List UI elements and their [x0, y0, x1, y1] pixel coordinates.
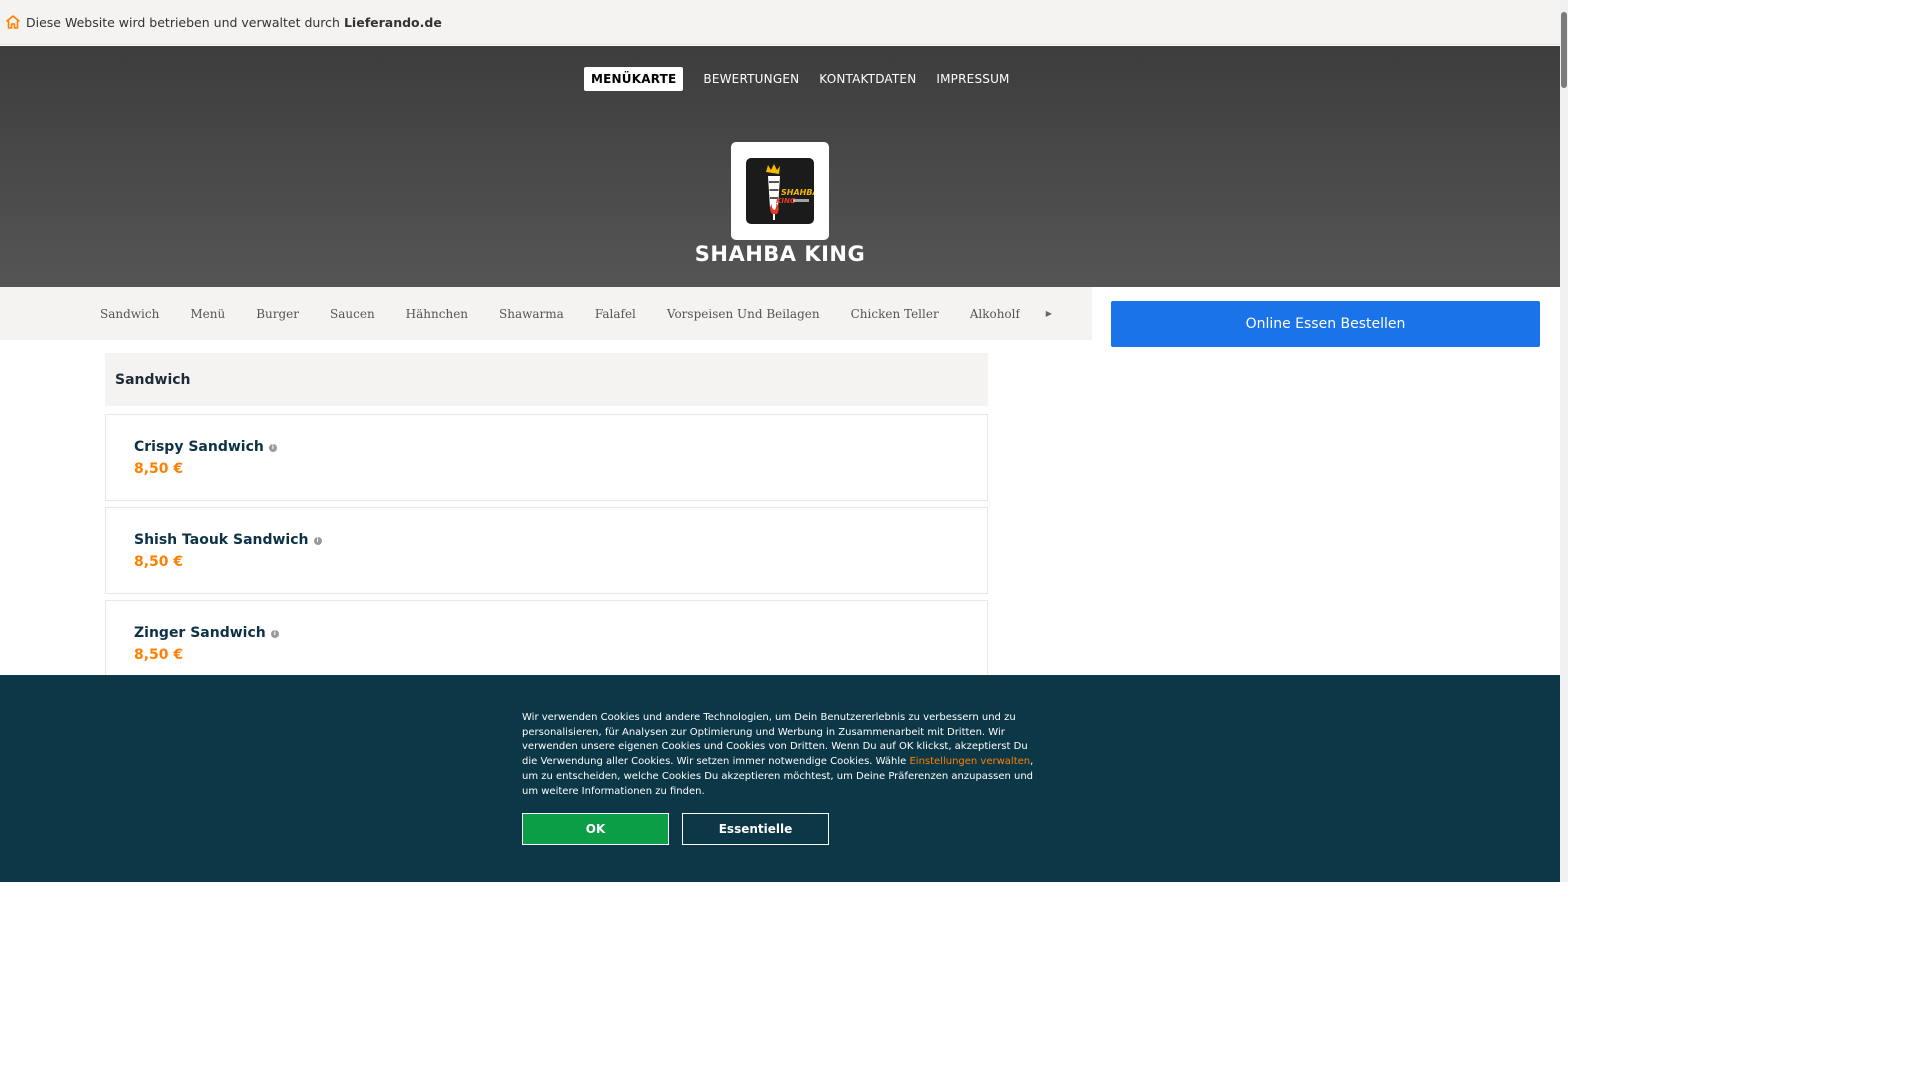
- nav-bewertungen[interactable]: BEWERTUNGEN: [696, 67, 806, 91]
- category-chicken-teller[interactable]: Chicken Teller: [851, 307, 939, 321]
- home-icon: [6, 15, 20, 29]
- menu-item[interactable]: Crispy Sandwich i 8,50 €: [105, 414, 988, 501]
- category-haehnchen[interactable]: Hähnchen: [406, 307, 468, 321]
- category-menue[interactable]: Menü: [190, 307, 225, 321]
- cookie-banner: Wir verwenden Cookies und andere Technol…: [0, 675, 1560, 882]
- category-bar: Sandwich Menü Burger Saucen Hähnchen Sha…: [0, 287, 1092, 340]
- cookie-essential-button[interactable]: Essentielle: [682, 813, 829, 845]
- category-saucen[interactable]: Saucen: [330, 307, 375, 321]
- scrollbar-thumb[interactable]: [1561, 12, 1567, 88]
- section-title: Sandwich: [105, 353, 988, 406]
- nav-impressum[interactable]: IMPRESSUM: [929, 67, 1016, 91]
- info-icon[interactable]: i: [270, 630, 279, 638]
- cookie-ok-button[interactable]: OK: [522, 813, 669, 845]
- category-sandwich[interactable]: Sandwich: [100, 307, 159, 321]
- menu-item-price: 8,50 €: [134, 554, 184, 570]
- chevron-right-icon[interactable]: ▶: [1046, 309, 1052, 318]
- svg-text:SHAHBA: SHAHBA: [781, 188, 814, 197]
- restaurant-name: SHAHBA KING: [694, 242, 866, 266]
- category-vorspeisen[interactable]: Vorspeisen Und Beilagen: [667, 307, 820, 321]
- operator-notice-bar: Diese Website wird betrieben und verwalt…: [0, 0, 1568, 45]
- cookie-settings-link[interactable]: Einstellungen verwalten: [909, 756, 1030, 767]
- menu-item-name: Crispy Sandwich: [134, 439, 264, 455]
- info-icon[interactable]: i: [313, 537, 322, 545]
- svg-text:KING: KING: [776, 197, 796, 205]
- category-shawarma[interactable]: Shawarma: [499, 307, 564, 321]
- operator-notice-text: Diese Website wird betrieben und verwalt…: [26, 14, 340, 30]
- menu-item[interactable]: Shish Taouk Sandwich i 8,50 €: [105, 507, 988, 594]
- menu-item-name: Zinger Sandwich: [134, 625, 266, 641]
- order-online-button[interactable]: Online Essen Bestellen: [1111, 301, 1540, 347]
- cookie-text: Wir verwenden Cookies und andere Technol…: [522, 711, 1038, 799]
- restaurant-hero: MENÜKARTE BEWERTUNGEN KONTAKTDATEN IMPRE…: [0, 46, 1560, 287]
- operator-brand-link[interactable]: Lieferando.de: [344, 15, 442, 30]
- nav-kontaktdaten[interactable]: KONTAKTDATEN: [812, 67, 923, 91]
- restaurant-logo: SHAHBA KING: [731, 142, 829, 240]
- page-scrollbar[interactable]: [1560, 0, 1568, 882]
- info-icon[interactable]: i: [268, 444, 277, 452]
- menu-item-price: 8,50 €: [134, 461, 184, 477]
- category-burger[interactable]: Burger: [256, 307, 299, 321]
- menu-item[interactable]: Zinger Sandwich i 8,50 €: [105, 600, 988, 687]
- category-falafel[interactable]: Falafel: [595, 307, 636, 321]
- nav-menukarte[interactable]: MENÜKARTE: [584, 67, 684, 91]
- menu-item-price: 8,50 €: [134, 647, 184, 663]
- logo-image: SHAHBA KING: [746, 158, 814, 224]
- top-navigation: MENÜKARTE BEWERTUNGEN KONTAKTDATEN IMPRE…: [584, 67, 1023, 91]
- menu-item-name: Shish Taouk Sandwich: [134, 532, 309, 548]
- category-alkoholfrei[interactable]: Alkoholfr: [970, 307, 1020, 321]
